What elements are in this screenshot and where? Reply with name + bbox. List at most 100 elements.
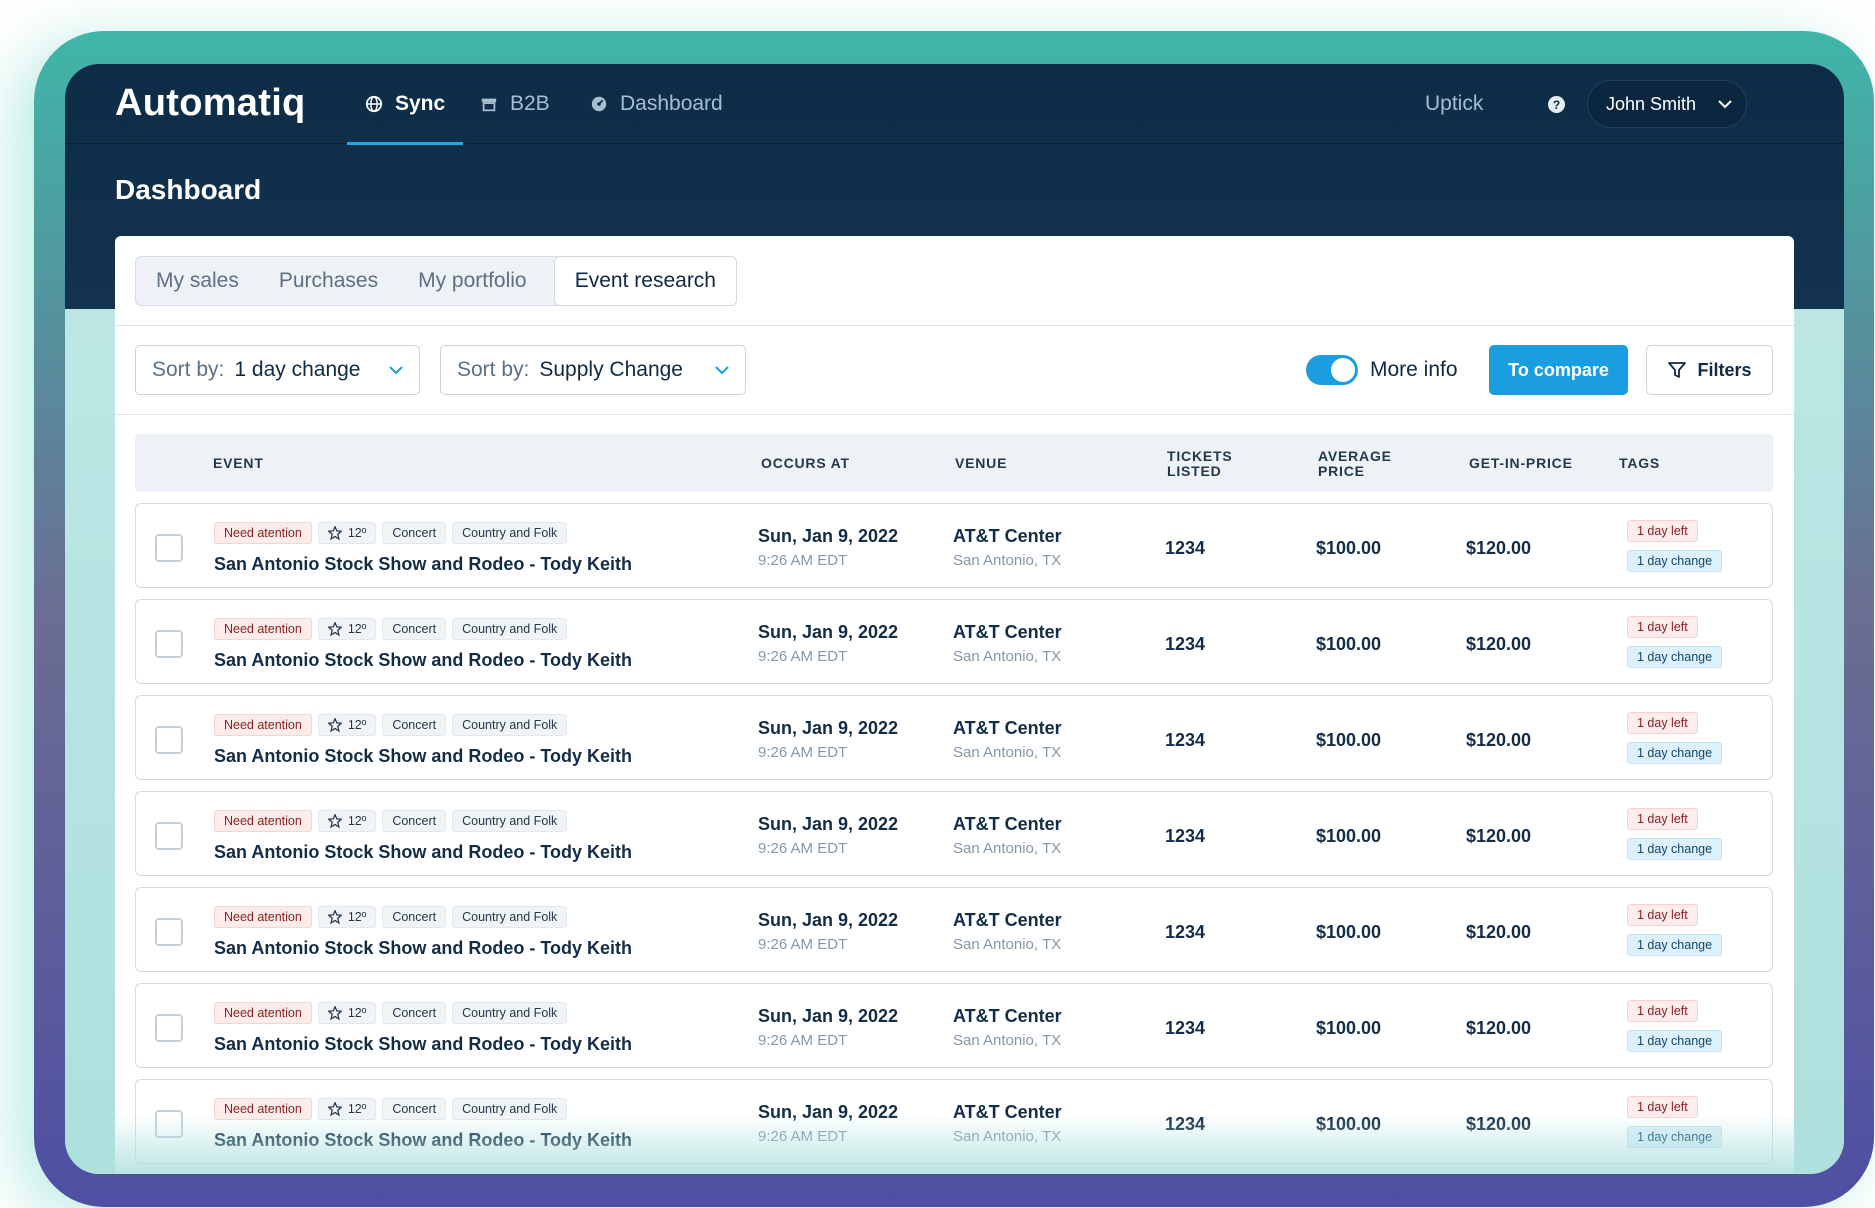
event-name[interactable]: San Antonio Stock Show and Rodeo - Tody … bbox=[214, 746, 632, 767]
rating-chip: 12º bbox=[317, 810, 377, 832]
column-header-tickets-listed[interactable]: TICKETS LISTED bbox=[1167, 449, 1247, 479]
row-checkbox[interactable] bbox=[155, 726, 183, 754]
row-checkbox[interactable] bbox=[155, 918, 183, 946]
star-icon[interactable] bbox=[327, 910, 342, 924]
table-row[interactable]: Need atention 12º Concert Country and Fo… bbox=[135, 887, 1773, 972]
filters-button[interactable]: Filters bbox=[1646, 345, 1773, 395]
nav-b2b-label: B2B bbox=[510, 92, 550, 115]
sort-label: Sort by: bbox=[152, 358, 225, 381]
top-navigation-bar: Automatiq Sync B2B Dashboard Uptick ? Jo… bbox=[65, 64, 1844, 145]
column-header-average-price[interactable]: AVERAGE PRICE bbox=[1318, 449, 1398, 479]
table-row[interactable]: Need atention 12º Concert Country and Fo… bbox=[135, 695, 1773, 780]
chevron-down-icon bbox=[1718, 99, 1732, 108]
star-icon[interactable] bbox=[327, 718, 342, 732]
nav-sync-label: Sync bbox=[395, 92, 446, 115]
sort-select-day-change[interactable]: Sort by: 1 day change bbox=[135, 345, 420, 395]
event-date: Sun, Jan 9, 2022 bbox=[758, 1102, 899, 1122]
attention-badge: Need atention bbox=[214, 1002, 312, 1024]
filters-label: Filters bbox=[1697, 359, 1752, 380]
dashboard-icon bbox=[591, 96, 607, 112]
genre-chip: Concert bbox=[382, 906, 447, 928]
column-header-venue[interactable]: VENUE bbox=[955, 456, 1007, 471]
attention-badge: Need atention bbox=[214, 1098, 312, 1120]
rating-value: 12º bbox=[347, 910, 367, 924]
sort-select-supply-change[interactable]: Sort by: Supply Change bbox=[440, 345, 746, 395]
attention-badge: Need atention bbox=[214, 714, 312, 736]
event-date: Sun, Jan 9, 2022 bbox=[758, 910, 899, 930]
rating-value: 12º bbox=[347, 526, 367, 540]
tab-event-research[interactable]: Event research bbox=[553, 256, 737, 306]
tab-bar: My sales Purchases My portfolio Event re… bbox=[135, 256, 737, 306]
star-icon[interactable] bbox=[327, 1102, 342, 1116]
to-compare-button[interactable]: To compare bbox=[1489, 345, 1628, 395]
brand-logo[interactable]: Automatiq bbox=[115, 82, 306, 125]
rating-value: 12º bbox=[347, 718, 367, 732]
venue-name: AT&T Center bbox=[953, 814, 1062, 834]
event-name[interactable]: San Antonio Stock Show and Rodeo - Tody … bbox=[214, 650, 632, 671]
event-name[interactable]: San Antonio Stock Show and Rodeo - Tody … bbox=[214, 1034, 632, 1055]
more-info-label: More info bbox=[1370, 358, 1458, 381]
category-chip: Country and Folk bbox=[452, 810, 568, 832]
event-time: 9:26 AM EDT bbox=[758, 840, 848, 857]
more-info-toggle[interactable] bbox=[1306, 355, 1358, 385]
venue-city: San Antonio, TX bbox=[953, 648, 1062, 665]
nav-sync[interactable]: Sync bbox=[346, 64, 464, 145]
event-name[interactable]: San Antonio Stock Show and Rodeo - Tody … bbox=[214, 1130, 632, 1151]
uptick-link[interactable]: Uptick bbox=[1425, 92, 1483, 116]
tab-purchases[interactable]: Purchases bbox=[259, 257, 398, 305]
column-header-event[interactable]: EVENT bbox=[213, 456, 264, 471]
help-icon[interactable]: ? bbox=[1548, 96, 1565, 113]
tag-days-left: 1 day left bbox=[1627, 1000, 1698, 1022]
event-chips: Need atention 12º Concert Country and Fo… bbox=[214, 906, 568, 928]
row-checkbox[interactable] bbox=[155, 1014, 183, 1042]
app-window: Automatiq Sync B2B Dashboard Uptick ? Jo… bbox=[65, 64, 1844, 1174]
star-icon[interactable] bbox=[327, 622, 342, 636]
main-card: My sales Purchases My portfolio Event re… bbox=[115, 236, 1794, 1174]
column-header-tags[interactable]: TAGS bbox=[1619, 456, 1660, 471]
tag-day-change: 1 day change bbox=[1627, 742, 1723, 764]
row-checkbox[interactable] bbox=[155, 1110, 183, 1138]
star-icon[interactable] bbox=[327, 526, 342, 540]
row-checkbox[interactable] bbox=[155, 534, 183, 562]
sort-value: 1 day change bbox=[234, 358, 361, 381]
venue-city: San Antonio, TX bbox=[953, 1032, 1062, 1049]
table-row[interactable]: Need atention 12º Concert Country and Fo… bbox=[135, 503, 1773, 588]
row-checkbox[interactable] bbox=[155, 630, 183, 658]
table-row[interactable]: Need atention 12º Concert Country and Fo… bbox=[135, 983, 1773, 1068]
tag-days-left: 1 day left bbox=[1627, 904, 1698, 926]
event-chips: Need atention 12º Concert Country and Fo… bbox=[214, 810, 568, 832]
user-menu-button[interactable]: John Smith bbox=[1587, 80, 1747, 128]
tag-day-change: 1 day change bbox=[1627, 934, 1723, 956]
venue-city: San Antonio, TX bbox=[953, 1128, 1062, 1145]
tab-my-sales[interactable]: My sales bbox=[136, 257, 259, 305]
event-name[interactable]: San Antonio Stock Show and Rodeo - Tody … bbox=[214, 938, 632, 959]
venue-name: AT&T Center bbox=[953, 718, 1062, 738]
tag-days-left: 1 day left bbox=[1627, 712, 1698, 734]
page-title: Dashboard bbox=[115, 174, 262, 205]
user-name: John Smith bbox=[1606, 93, 1697, 114]
table-row[interactable]: Need atention 12º Concert Country and Fo… bbox=[135, 599, 1773, 684]
chevron-down-icon bbox=[715, 365, 729, 374]
nav-b2b[interactable]: B2B bbox=[480, 64, 550, 144]
row-checkbox[interactable] bbox=[155, 822, 183, 850]
event-name[interactable]: San Antonio Stock Show and Rodeo - Tody … bbox=[214, 842, 632, 863]
table-row[interactable]: Need atention 12º Concert Country and Fo… bbox=[135, 791, 1773, 876]
genre-chip: Concert bbox=[382, 522, 447, 544]
tickets-listed: 1234 bbox=[1165, 1018, 1206, 1038]
nav-dashboard[interactable]: Dashboard bbox=[590, 64, 723, 144]
column-header-get-in-price[interactable]: GET-IN-PRICE bbox=[1469, 456, 1573, 471]
rating-value: 12º bbox=[347, 1006, 367, 1020]
category-chip: Country and Folk bbox=[452, 522, 568, 544]
sort-value: Supply Change bbox=[539, 358, 683, 381]
venue-name: AT&T Center bbox=[953, 1006, 1062, 1026]
venue-city: San Antonio, TX bbox=[953, 840, 1062, 857]
rating-chip: 12º bbox=[317, 1002, 377, 1024]
genre-chip: Concert bbox=[382, 1098, 447, 1120]
tab-my-portfolio[interactable]: My portfolio bbox=[398, 257, 547, 305]
star-icon[interactable] bbox=[327, 1006, 342, 1020]
table-row[interactable]: Need atention 12º Concert Country and Fo… bbox=[135, 1079, 1773, 1164]
rating-chip: 12º bbox=[317, 906, 377, 928]
column-header-occurs-at[interactable]: OCCURS AT bbox=[761, 456, 850, 471]
event-name[interactable]: San Antonio Stock Show and Rodeo - Tody … bbox=[214, 554, 632, 575]
star-icon[interactable] bbox=[327, 814, 342, 828]
